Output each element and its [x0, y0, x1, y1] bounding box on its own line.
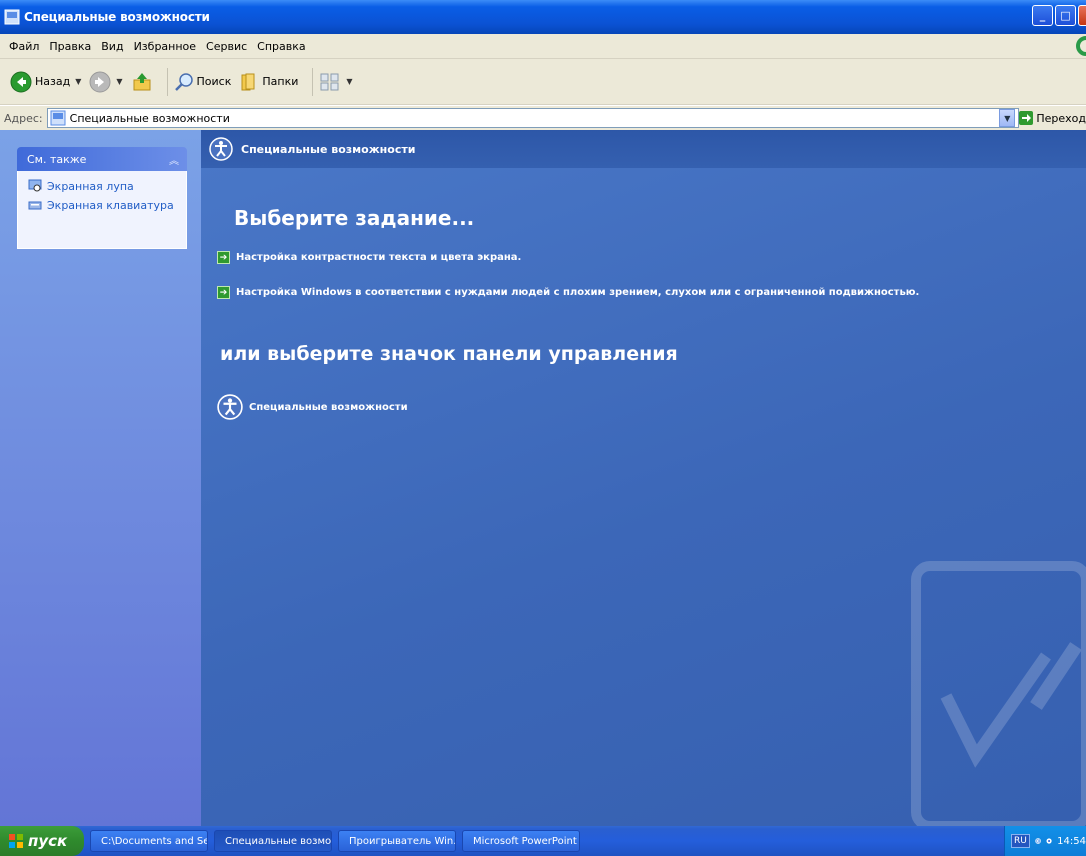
category-header: Специальные возможности [201, 130, 1086, 168]
address-input[interactable]: Специальные возможности [46, 108, 1020, 128]
accessibility-options-item[interactable]: Специальные возможности [217, 394, 408, 420]
taskbar-media-player-label: Проигрыватель Win... [349, 835, 456, 847]
forward-button[interactable]: ▼ [89, 71, 123, 93]
accessibility-folder-icon [50, 110, 66, 126]
up-folder-button[interactable] [131, 71, 153, 93]
accessibility-options-label: Специальные возможности [249, 401, 408, 413]
language-indicator[interactable]: RU [1011, 834, 1030, 848]
close-button[interactable] [1078, 5, 1086, 26]
taskbar-explorer-button[interactable]: C:\Documents and Se... [90, 830, 208, 852]
toolbar-separator [312, 67, 314, 96]
start-button[interactable]: пуск [0, 826, 84, 856]
views-icon [320, 73, 339, 90]
menu-view[interactable]: Вид [96, 40, 128, 53]
taskbar-media-player-button[interactable]: Проигрыватель Win... [338, 830, 456, 852]
start-label: пуск [28, 832, 68, 850]
folders-button[interactable]: Папки [239, 72, 298, 92]
toolbar-separator [166, 67, 168, 96]
search-label: Поиск [196, 75, 232, 88]
task-configure-windows-link[interactable]: ➔ Настройка Windows в соответствии с нуж… [217, 286, 919, 299]
menu-file[interactable]: Файл [4, 40, 44, 53]
collapse-chevron-icon[interactable]: ︽ [169, 152, 179, 167]
tray-app-icon[interactable] [1046, 835, 1052, 847]
forward-dropdown-icon[interactable]: ▼ [116, 77, 122, 86]
taskbar: пуск C:\Documents and Se... Специальные … [0, 826, 1086, 856]
windows-flag-icon [9, 834, 23, 848]
go-button[interactable]: Переход [1019, 111, 1086, 125]
menu-help[interactable]: Справка [252, 40, 310, 53]
window-title: Специальные возможности [24, 10, 210, 24]
accessibility-options-icon [217, 394, 243, 420]
taskbar-powerpoint-button[interactable]: Microsoft PowerPoint ... [462, 830, 580, 852]
menu-favorites[interactable]: Избранное [129, 40, 201, 53]
views-dropdown-icon[interactable]: ▼ [346, 77, 352, 86]
windows-logo-icon [1076, 36, 1086, 56]
go-label: Переход [1036, 111, 1086, 125]
taskbar-accessibility-button[interactable]: Специальные возмо... [214, 830, 332, 852]
checklist-watermark-icon [911, 561, 1086, 826]
see-also-body: Экранная лупа Экранная клавиатура [17, 171, 187, 249]
folders-label: Папки [262, 75, 299, 88]
go-arrow-icon [1019, 111, 1034, 125]
menu-bar: Файл Правка Вид Избранное Сервис Справка [0, 34, 1086, 59]
maximize-button[interactable]: □ [1055, 5, 1076, 26]
address-bar: Адрес: Специальные возможности ▼ Переход [0, 106, 1086, 130]
choose-task-heading: Выберите задание... [234, 206, 475, 230]
magnifier-link[interactable]: Экранная лупа [28, 179, 178, 193]
toolbar: Назад ▼ ▼ Поиск Папки ▼ [0, 59, 1086, 105]
address-value: Специальные возможности [69, 111, 230, 125]
see-also-header[interactable]: См. также ︽ [17, 147, 187, 171]
task-configure-windows-label: Настройка Windows в соответствии с нужда… [236, 287, 920, 298]
task-contrast-label: Настройка контрастности текста и цвета э… [236, 252, 522, 263]
minimize-button[interactable]: _ [1032, 5, 1053, 26]
search-button[interactable]: Поиск [174, 72, 232, 92]
magnifier-label: Экранная лупа [47, 179, 134, 193]
taskbar-explorer-label: C:\Documents and Se... [101, 835, 208, 847]
system-tray: RU 14:54 [1004, 826, 1086, 856]
search-icon [174, 72, 193, 91]
views-button[interactable]: ▼ [319, 72, 353, 92]
title-bar: Специальные возможности _ □ [0, 0, 1086, 34]
magnifier-icon [28, 179, 42, 192]
back-dropdown-icon[interactable]: ▼ [75, 77, 81, 86]
keyboard-label: Экранная клавиатура [47, 198, 174, 212]
back-button[interactable]: Назад ▼ [10, 71, 81, 93]
accessibility-window-icon [4, 9, 20, 25]
address-label: Адрес: [4, 111, 43, 125]
menu-tools[interactable]: Сервис [201, 40, 252, 53]
taskbar-powerpoint-label: Microsoft PowerPoint ... [473, 835, 580, 847]
forward-arrow-icon [89, 71, 111, 92]
task-pane: См. также ︽ Экранная лупа Экранная клави… [0, 130, 201, 826]
choose-icon-heading: или выберите значок панели управления [220, 343, 678, 365]
see-also-panel: См. также ︽ Экранная лупа Экранная клави… [17, 147, 187, 249]
task-arrow-icon: ➔ [217, 251, 230, 264]
accessibility-icon [209, 137, 233, 161]
see-also-title: См. также [27, 152, 87, 166]
main-content: Специальные возможности Выберите задание… [201, 130, 1086, 826]
clock[interactable]: 14:54 [1057, 836, 1086, 847]
task-arrow-icon: ➔ [217, 286, 230, 299]
menu-edit[interactable]: Правка [44, 40, 96, 53]
back-label: Назад [35, 75, 71, 88]
folders-icon [241, 73, 255, 90]
address-dropdown-button[interactable]: ▼ [999, 109, 1016, 127]
on-screen-keyboard-link[interactable]: Экранная клавиатура [28, 198, 178, 212]
back-arrow-icon [10, 71, 32, 92]
keyboard-icon [28, 201, 42, 210]
category-header-title: Специальные возможности [241, 142, 416, 156]
task-contrast-link[interactable]: ➔ Настройка контрастности текста и цвета… [217, 251, 521, 264]
up-folder-icon [133, 72, 151, 90]
tray-arrow-icon[interactable] [1035, 835, 1041, 847]
taskbar-accessibility-label: Специальные возмо... [225, 835, 332, 847]
